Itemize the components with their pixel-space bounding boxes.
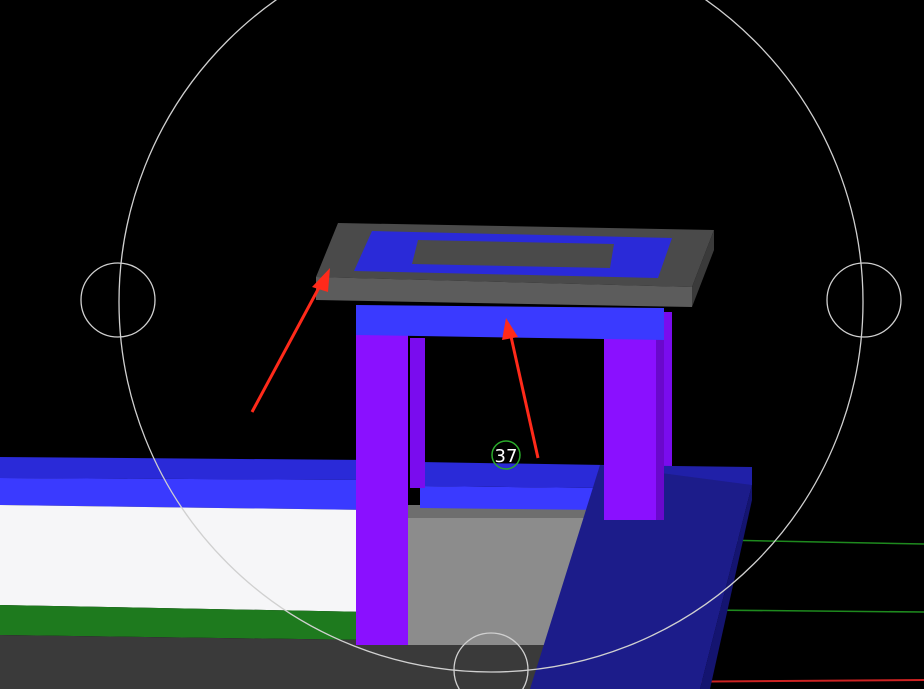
grid-axis-line-green-lower (699, 609, 924, 613)
grid-axis-line-green-upper (719, 539, 924, 545)
3d-model-viewport[interactable]: 37 (0, 0, 924, 689)
front-right-column[interactable] (604, 338, 656, 520)
arrow-icon (508, 331, 540, 459)
scene-canvas[interactable]: 37 (0, 0, 924, 689)
orbit-gizmo-handle-left[interactable] (80, 262, 156, 338)
front-right-column-side[interactable] (656, 312, 664, 520)
front-left-column[interactable] (356, 335, 408, 645)
annotation-arrow-beam (502, 318, 540, 459)
left-beam-bottom-face[interactable] (0, 635, 370, 689)
left-beam-white-face[interactable] (0, 505, 370, 612)
node-marker-label: 37 (495, 446, 518, 467)
lower-blue-band[interactable] (420, 486, 605, 510)
annotation-arrow-slab-edge (250, 268, 330, 413)
left-beam-top-face[interactable] (0, 457, 370, 480)
arrow-icon (250, 281, 324, 413)
top-slab-recess[interactable] (412, 240, 614, 268)
rear-left-column[interactable] (410, 338, 425, 488)
ground-slab[interactable] (360, 640, 560, 689)
left-beam-blue-band[interactable] (0, 478, 370, 510)
orbit-gizmo-handle-right[interactable] (826, 262, 902, 338)
